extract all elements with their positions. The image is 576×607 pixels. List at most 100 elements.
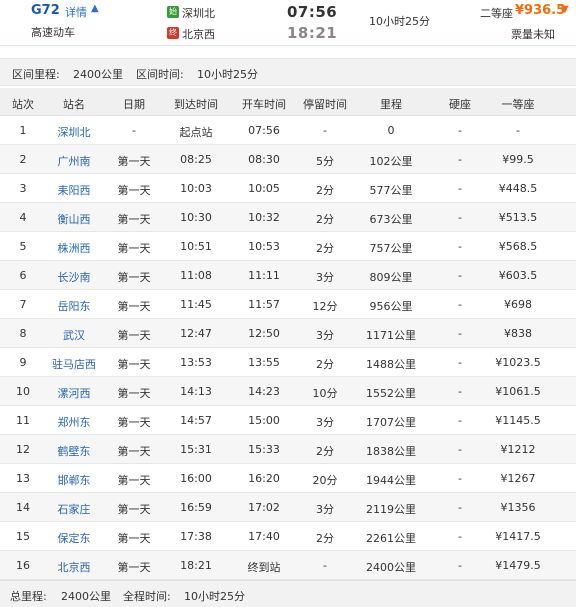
interval-time-label: 区间时间: <box>136 68 184 81</box>
day-label: 第一天 <box>117 358 151 371</box>
col-header-distance: 里程 <box>380 98 402 111</box>
distance: 1552公里 <box>366 387 416 400</box>
hard-seat-price: - <box>458 240 462 253</box>
station-link[interactable]: 郑州东 <box>58 414 91 430</box>
seat-type-label: 二等座 <box>480 7 513 20</box>
arrival-time: 11:08 <box>180 269 212 282</box>
table-row: 6 长沙南 第一天 11:08 11:11 3分 809公里 - ¥603.5 <box>0 261 576 290</box>
station-link[interactable]: 岳阳东 <box>58 298 91 314</box>
stay-duration: 5分 <box>316 155 334 168</box>
departure-time: 07:56 <box>248 124 280 137</box>
distance: 2400公里 <box>366 561 416 574</box>
arrival-time: 17:38 <box>180 530 212 543</box>
station-link[interactable]: 株洲西 <box>58 240 91 256</box>
col-header-station: 站名 <box>63 98 85 111</box>
table-row: 10 漯河西 第一天 14:13 14:23 10分 1552公里 - ¥1061.5 <box>0 377 576 406</box>
distance: 1944公里 <box>366 474 416 487</box>
table-row: 1 深圳北 - 起点站 07:56 - 0 - - <box>0 116 576 145</box>
col-header-date: 日期 <box>123 98 145 111</box>
first-class-price: ¥603.5 <box>498 269 538 282</box>
stay-duration: 2分 <box>316 445 334 458</box>
distance: 956公里 <box>369 300 413 313</box>
distance: 1171公里 <box>366 329 416 342</box>
hard-seat-price: - <box>458 472 462 485</box>
arrival-time: 13:53 <box>180 356 212 369</box>
station-link[interactable]: 长沙南 <box>58 269 91 285</box>
train-type-label: 高速动车 <box>31 26 75 39</box>
station-link[interactable]: 保定东 <box>58 530 91 546</box>
station-link[interactable]: 北京西 <box>58 559 91 575</box>
timetable-header: 站次 站名 日期 到达时间 开车时间 停留时间 里程 硬座 一等座 <box>0 88 576 116</box>
collapse-arrow-icon[interactable]: ▲ <box>91 3 99 14</box>
distance: 757公里 <box>369 242 413 255</box>
stop-number: 3 <box>19 182 27 195</box>
day-label: 第一天 <box>117 300 151 313</box>
day-label: 第一天 <box>117 387 151 400</box>
hard-seat-price: - <box>458 530 462 543</box>
departure-time: 07:56 <box>287 3 338 21</box>
hard-seat-price: - <box>458 182 462 195</box>
table-row: 5 株洲西 第一天 10:51 10:53 2分 757公里 - ¥568.5 <box>0 232 576 261</box>
arrival-time: 12:47 <box>180 327 212 340</box>
arrival-time: 16:00 <box>180 472 212 485</box>
day-label: 第一天 <box>117 184 151 197</box>
first-class-price: ¥513.5 <box>498 211 538 224</box>
end-station-icon: 终 <box>167 27 179 39</box>
station-link[interactable]: 衡山西 <box>58 211 91 227</box>
stay-duration: 2分 <box>316 242 334 255</box>
hard-seat-price: - <box>458 356 462 369</box>
ticket-availability: 票量未知 <box>511 28 555 41</box>
col-header-first-class: 一等座 <box>501 98 535 111</box>
station-link[interactable]: 深圳北 <box>58 124 91 140</box>
stay-duration: 2分 <box>316 358 334 371</box>
station-link[interactable]: 石家庄 <box>58 501 91 517</box>
first-class-price: ¥838 <box>504 327 532 340</box>
total-distance-label: 总里程: <box>10 590 47 603</box>
col-header-departure: 开车时间 <box>242 98 286 111</box>
departure-time: 15:33 <box>248 443 280 456</box>
stop-number: 15 <box>16 530 30 543</box>
station-link[interactable]: 驻马店西 <box>52 356 96 372</box>
day-label: 第一天 <box>117 445 151 458</box>
stay-duration: 3分 <box>316 416 334 429</box>
first-class-price: ¥1212 <box>500 443 536 456</box>
to-station: 北京西 <box>182 28 215 41</box>
total-distance-value: 2400公里 <box>61 590 111 603</box>
day-label: 第一天 <box>117 155 151 168</box>
station-link[interactable]: 邯郸东 <box>58 472 91 488</box>
stop-number: 1 <box>19 124 27 137</box>
total-time-label: 全程时间: <box>123 590 171 603</box>
detail-toggle-link[interactable]: 详情 <box>65 4 87 20</box>
station-link[interactable]: 武汉 <box>63 327 85 343</box>
arrival-time: 18:21 <box>287 24 338 42</box>
departure-time: 11:11 <box>248 269 280 282</box>
distance: 2119公里 <box>366 503 416 516</box>
distance: 809公里 <box>369 271 413 284</box>
stop-number: 9 <box>19 356 27 369</box>
stop-number: 10 <box>16 385 30 398</box>
from-station: 深圳北 <box>182 7 215 20</box>
interval-time-value: 10小时25分 <box>197 68 258 81</box>
stay-duration: 12分 <box>312 300 338 313</box>
station-link[interactable]: 耒阳西 <box>58 182 91 198</box>
day-label: - <box>132 124 136 137</box>
station-link[interactable]: 广州南 <box>58 153 91 169</box>
distance: 673公里 <box>369 213 413 226</box>
table-row: 7 岳阳东 第一天 11:45 11:57 12分 956公里 - ¥698 <box>0 290 576 319</box>
trip-duration: 10小时25分 <box>369 15 430 28</box>
distance: 1838公里 <box>366 445 416 458</box>
distance: 577公里 <box>369 184 413 197</box>
table-row: 9 驻马店西 第一天 13:53 13:55 2分 1488公里 - ¥1023.5 <box>0 348 576 377</box>
stop-number: 7 <box>19 298 27 311</box>
distance: 0 <box>387 124 395 137</box>
departure-time: 17:40 <box>248 530 280 543</box>
seat-price[interactable]: ¥936.5 <box>515 3 565 18</box>
station-link[interactable]: 漯河西 <box>58 385 91 401</box>
price-dropdown-icon[interactable]: ▼ <box>561 4 569 15</box>
stop-number: 8 <box>19 327 27 340</box>
station-link[interactable]: 鹤壁东 <box>58 443 91 459</box>
first-class-price: ¥568.5 <box>498 240 538 253</box>
train-number: G72 <box>31 3 60 18</box>
departure-time: 11:57 <box>248 298 280 311</box>
hard-seat-price: - <box>458 443 462 456</box>
